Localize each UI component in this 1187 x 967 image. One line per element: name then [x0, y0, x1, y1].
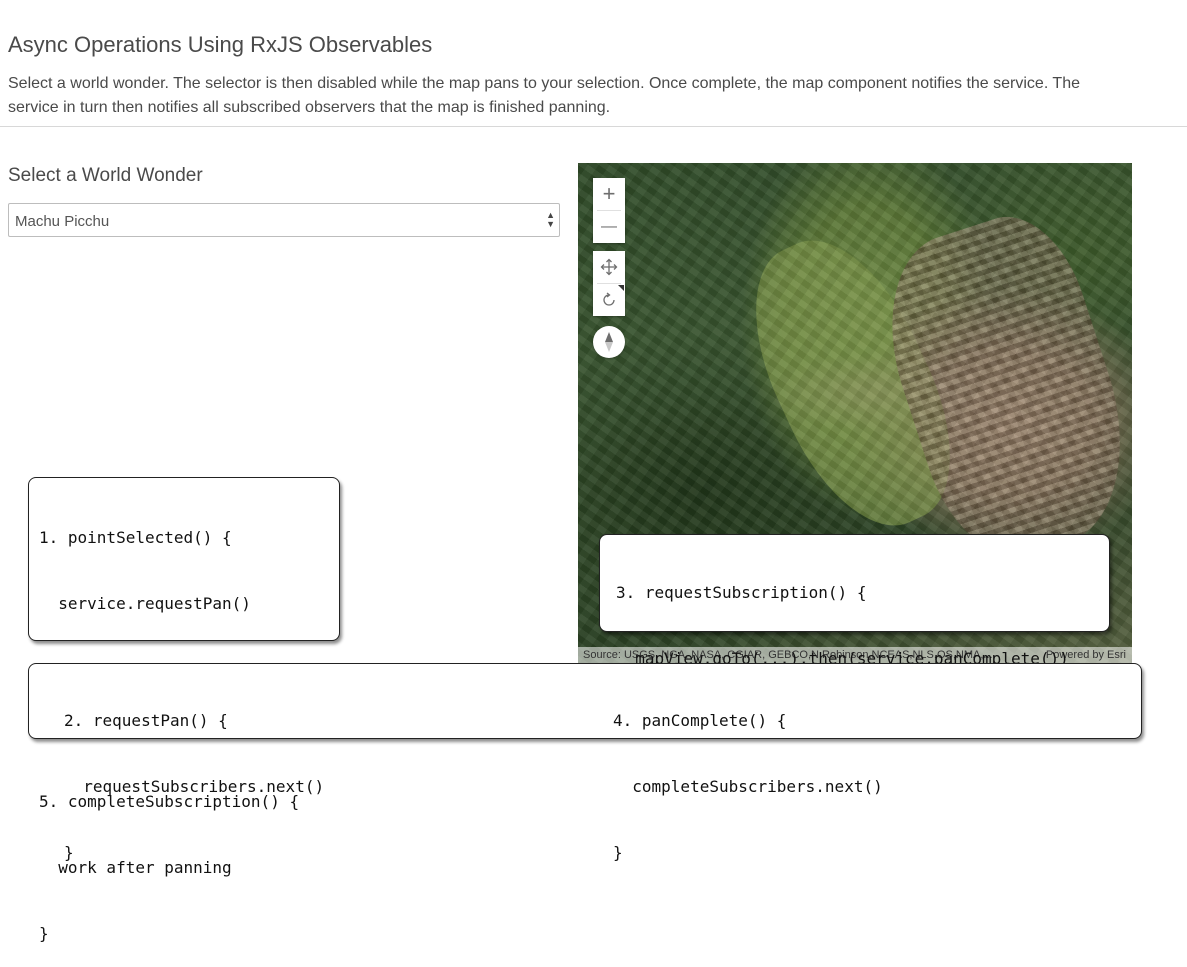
code-line: requestSubscribers.next(): [64, 777, 325, 796]
code-line: 4. panComplete() {: [613, 711, 787, 730]
page-description: Select a world wonder. The selector is t…: [8, 75, 1080, 116]
selected-value: Machu Picchu: [15, 213, 110, 230]
rotate-mode-button[interactable]: [593, 284, 625, 316]
select-arrows-icon: ▲ ▼: [546, 210, 555, 229]
pan-icon: [600, 258, 618, 276]
menu-corner-indicator: [618, 285, 624, 291]
code-line: completeSubscribers.next(): [613, 777, 883, 796]
code-box-service: 2. requestPan() { requestSubscribers.nex…: [28, 663, 1142, 862]
rotate-icon: [603, 292, 615, 306]
code-line: }: [64, 843, 74, 862]
code-pan-complete: 4. panComplete() { completeSubscribers.n…: [613, 666, 883, 908]
code-line: }: [613, 843, 623, 862]
code-line: 2. requestPan() {: [64, 711, 228, 730]
code-line: }: [39, 924, 49, 943]
compass-icon: [605, 332, 613, 352]
code-request-pan: 2. requestPan() { requestSubscribers.nex…: [64, 666, 324, 908]
zoom-in-button[interactable]: +: [593, 178, 625, 210]
world-wonder-select[interactable]: Machu Picchu ▲ ▼: [8, 203, 560, 237]
code-line: 3. requestSubscription() {: [616, 583, 867, 602]
code-box-point-selected: 1. pointSelected() { service.requestPan(…: [28, 477, 340, 943]
page-title: Async Operations Using RxJS Observables: [8, 32, 433, 57]
code-line: 1. pointSelected() {: [39, 528, 232, 547]
compass-button[interactable]: [593, 326, 625, 358]
zoom-out-button[interactable]: —: [593, 211, 625, 243]
navigation-toggle: [593, 251, 625, 316]
zoom-controls: + —: [593, 178, 625, 243]
pan-mode-button[interactable]: [593, 251, 625, 283]
selector-label: Select a World Wonder: [8, 165, 203, 186]
code-line: service.requestPan(): [39, 594, 251, 613]
divider: [0, 126, 1187, 127]
code-box-request-subscription: 3. requestSubscription() { mapView.goTo(…: [599, 534, 1110, 734]
